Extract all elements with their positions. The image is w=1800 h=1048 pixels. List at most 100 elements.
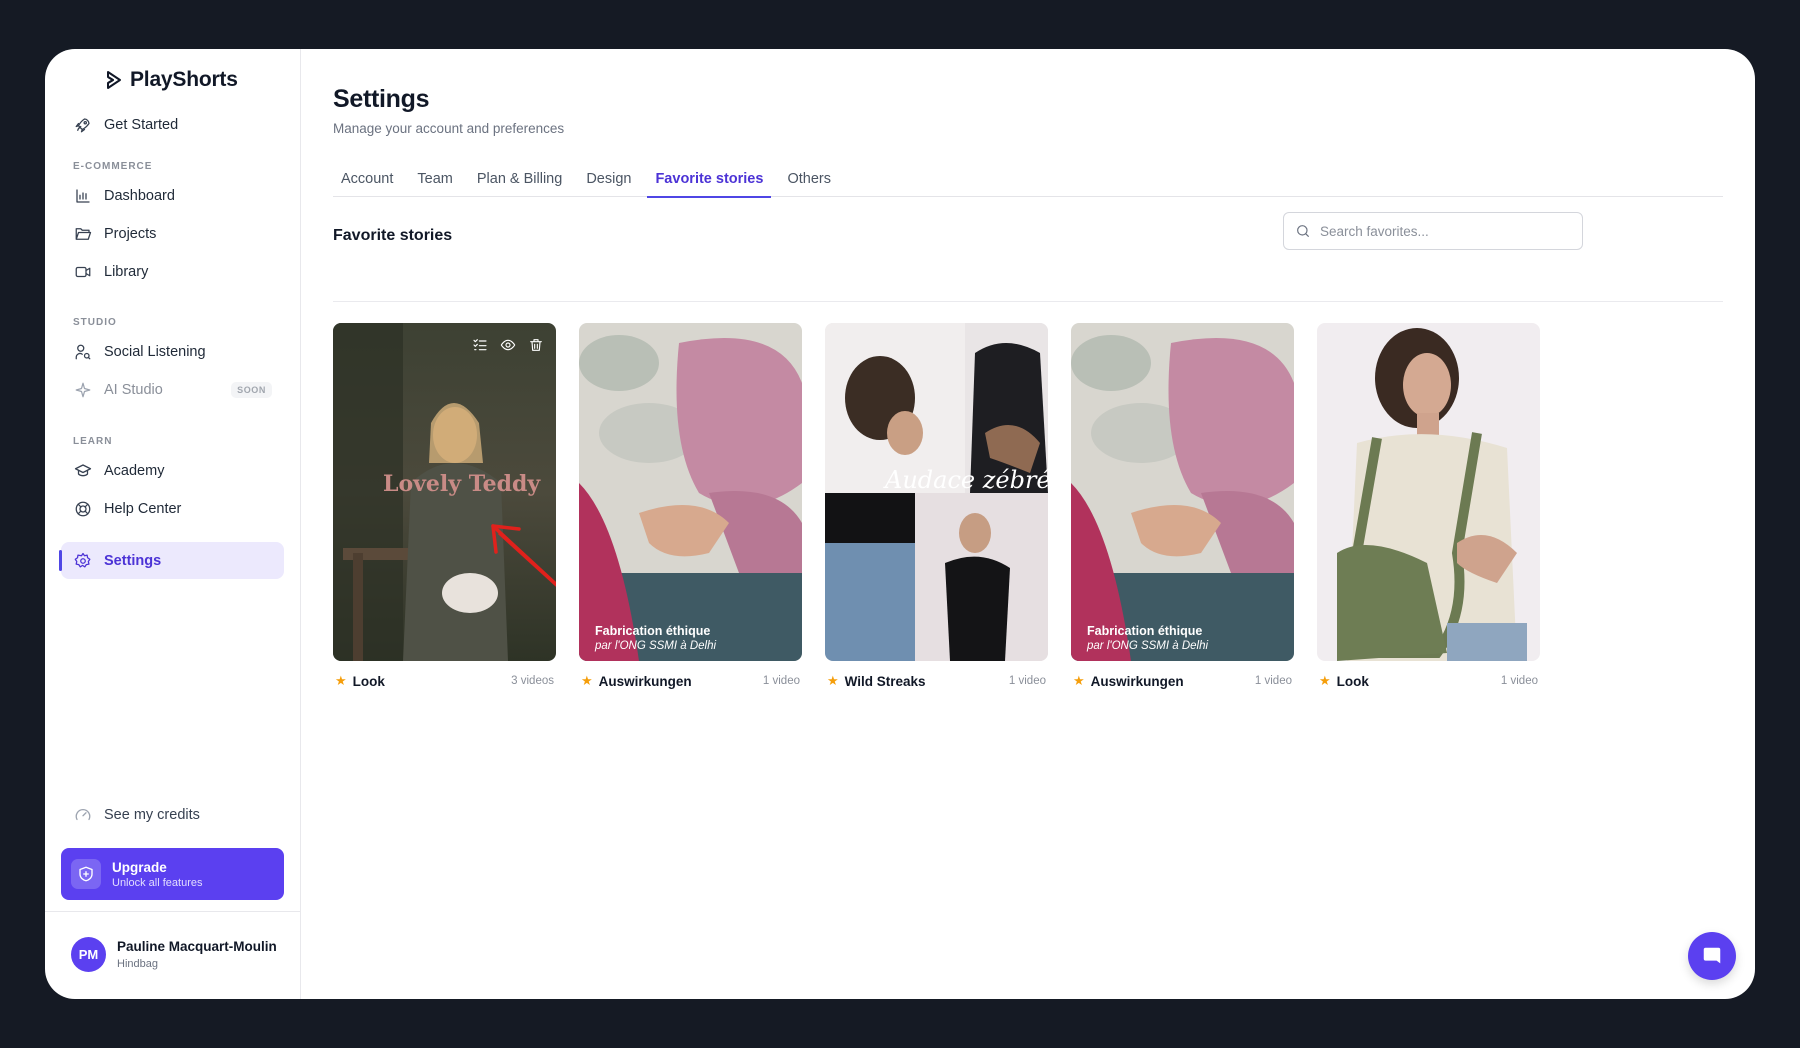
story-video-count: 1 video	[1500, 675, 1538, 687]
story-card[interactable]: Fabrication éthique par l'ONG SSMI à Del…	[1071, 323, 1294, 689]
app-window: PlayShorts Get Started E-COMMERCE Dashbo…	[45, 49, 1755, 999]
sidebar-item-label: Get Started	[104, 116, 179, 133]
soon-badge: SOON	[231, 381, 272, 398]
story-video-count: 3 videos	[511, 675, 554, 687]
caption-subtitle: par l'ONG SSMI à Delhi	[1087, 640, 1209, 652]
story-label: Wild Streaks	[844, 673, 926, 689]
page-subtitle: Manage your account and preferences	[333, 121, 565, 136]
trash-icon[interactable]	[528, 337, 544, 353]
sidebar-item-label: Library	[104, 263, 149, 280]
story-video-count: 1 video	[762, 675, 800, 687]
upgrade-subtitle: Unlock all features	[112, 876, 203, 889]
story-meta: ★ Wild Streaks 1 video	[825, 673, 1048, 689]
sidebar-item-label: Settings	[104, 552, 162, 569]
search-box	[1283, 212, 1583, 250]
tab-plan-billing[interactable]: Plan & Billing	[469, 161, 570, 197]
section-label-learn: LEARN	[73, 436, 113, 447]
story-card[interactable]: Audace zébrée ★ Wild Streaks 1 video	[825, 323, 1048, 689]
story-card[interactable]: Lovely Teddy ★ Look 3 videos	[333, 323, 556, 689]
caption-subtitle: par l'ONG SSMI à Delhi	[595, 640, 717, 652]
story-image	[1071, 323, 1294, 661]
graduation-cap-icon	[74, 463, 92, 476]
sidebar-item-settings[interactable]: Settings	[59, 542, 284, 579]
user-profile[interactable]: PM Pauline Macquart-Moulin Hindbag	[71, 937, 277, 972]
story-overlay-text: Lovely Teddy	[383, 471, 541, 497]
story-card[interactable]: Fabrication éthique par l'ONG SSMI à Del…	[579, 323, 802, 689]
search-icon	[1297, 225, 1309, 237]
sidebar-item-library[interactable]: Library	[61, 253, 284, 290]
story-card[interactable]: ★ Look 1 video	[1317, 323, 1540, 689]
caption-title: Fabrication éthique	[1087, 624, 1203, 638]
story-caption: Fabrication éthique par l'ONG SSMI à Del…	[595, 624, 716, 652]
story-image: Audace zébrée	[825, 323, 1048, 661]
avatar: PM	[71, 937, 106, 972]
user-name: Pauline Macquart-Moulin	[117, 939, 277, 954]
sidebar-item-label: Social Listening	[104, 343, 206, 360]
star-icon: ★	[1319, 673, 1331, 688]
story-image	[579, 323, 802, 661]
eye-icon[interactable]	[500, 337, 516, 353]
story-overlay-text: Audace zébrée	[883, 466, 1048, 494]
star-icon: ★	[1073, 673, 1085, 688]
lifebuoy-icon	[75, 501, 91, 516]
story-meta: ★ Look 1 video	[1317, 673, 1540, 689]
rocket-icon	[75, 117, 90, 132]
sidebar-item-label: Projects	[104, 225, 157, 242]
story-meta: ★ Look 3 videos	[333, 673, 556, 689]
story-thumbnail[interactable]: Audace zébrée	[825, 323, 1048, 661]
bar-chart-icon	[76, 188, 90, 203]
story-label: Look	[352, 673, 385, 689]
sidebar-item-academy[interactable]: Academy	[61, 452, 284, 489]
upgrade-button[interactable]: Upgrade Unlock all features	[61, 848, 284, 900]
story-caption: Fabrication éthique par l'ONG SSMI à Del…	[1087, 624, 1208, 652]
page-title: Settings	[333, 85, 430, 113]
search-input[interactable]	[1320, 223, 1560, 239]
story-thumbnail[interactable]: Lovely Teddy	[333, 323, 556, 661]
sidebar-item-help-center[interactable]: Help Center	[61, 490, 284, 527]
see-credits-link[interactable]: See my credits	[74, 806, 200, 824]
app-logo[interactable]: PlayShorts	[104, 68, 238, 92]
story-thumbnail[interactable]	[1317, 323, 1540, 661]
tab-design[interactable]: Design	[578, 161, 639, 197]
playshorts-logo-icon	[107, 71, 121, 89]
story-video-count: 1 video	[1008, 675, 1046, 687]
tab-favorite-stories[interactable]: Favorite stories	[647, 161, 772, 198]
section-title: Favorite stories	[333, 227, 453, 244]
gauge-icon	[75, 809, 91, 821]
caption-title: Fabrication éthique	[595, 624, 711, 638]
sidebar-footer-divider	[45, 911, 301, 912]
sidebar-item-social-listening[interactable]: Social Listening	[61, 333, 284, 370]
checklist-icon[interactable]	[472, 337, 488, 353]
sidebar-item-get-started[interactable]: Get Started	[61, 106, 284, 143]
story-thumbnail[interactable]: Fabrication éthique par l'ONG SSMI à Del…	[1071, 323, 1294, 661]
section-divider	[333, 301, 1723, 302]
sidebar-item-ai-studio[interactable]: AI Studio SOON	[61, 371, 284, 408]
sidebar-item-dashboard[interactable]: Dashboard	[61, 177, 284, 214]
star-icon: ★	[827, 673, 839, 688]
credits-label: See my credits	[104, 807, 200, 823]
user-search-icon	[75, 344, 91, 359]
sidebar-item-projects[interactable]: Projects	[61, 215, 284, 252]
star-icon: ★	[335, 673, 347, 688]
story-video-count: 1 video	[1254, 675, 1292, 687]
story-thumbnail[interactable]: Fabrication éthique par l'ONG SSMI à Del…	[579, 323, 802, 661]
sidebar-item-label: Academy	[104, 462, 165, 479]
star-icon: ★	[581, 673, 593, 688]
gear-icon	[74, 552, 91, 567]
story-label: Look	[1336, 673, 1369, 689]
tab-team[interactable]: Team	[409, 161, 460, 197]
section-label-studio: STUDIO	[73, 317, 117, 328]
video-camera-icon	[75, 266, 91, 277]
main-content: Settings Manage your account and prefere…	[301, 49, 1755, 999]
story-meta: ★ Auswirkungen 1 video	[579, 673, 802, 689]
story-label: Auswirkungen	[1090, 673, 1184, 689]
tab-others[interactable]: Others	[779, 161, 839, 197]
chat-bubble-icon	[1703, 947, 1721, 964]
tab-account[interactable]: Account	[333, 161, 401, 197]
chat-support-button[interactable]	[1688, 932, 1736, 980]
upgrade-title: Upgrade	[112, 859, 167, 875]
shield-plus-icon	[71, 859, 101, 889]
section-label-ecommerce: E-COMMERCE	[73, 161, 153, 172]
sidebar-item-label: AI Studio	[104, 381, 163, 398]
story-image: Lovely Teddy	[333, 323, 556, 661]
